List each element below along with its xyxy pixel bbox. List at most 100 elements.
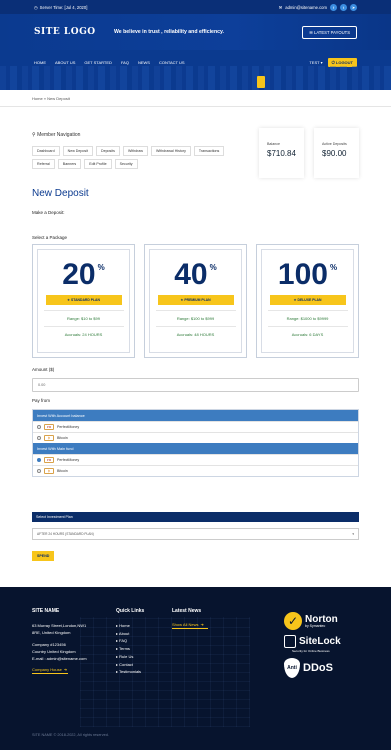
active-deposits-value: $90.00 bbox=[322, 149, 347, 158]
clock-icon: ◷ bbox=[34, 4, 38, 10]
link-underline bbox=[32, 673, 68, 674]
site-logo[interactable]: SITE LOGO bbox=[34, 27, 114, 37]
pay-option-main-bitcoin[interactable]: ₿ Bitcoin bbox=[33, 465, 358, 476]
member-link-dashboard[interactable]: Dashboard bbox=[32, 146, 60, 156]
nav-get-started[interactable]: GET STARTED bbox=[84, 60, 112, 65]
arrow-right-icon: ➜ bbox=[200, 622, 204, 627]
package-percent-value: 20 bbox=[62, 258, 96, 291]
member-nav-title-text: Member Navigation bbox=[37, 132, 81, 138]
package-percent-value: 40 bbox=[174, 258, 208, 291]
footer-link-testimonials[interactable]: Testimonials bbox=[116, 668, 144, 676]
nav-faq[interactable]: FAQ bbox=[121, 60, 129, 65]
member-link-edit-profile[interactable]: Edit Profile bbox=[84, 159, 112, 169]
latest-payouts-button[interactable]: ☰ LATEST PAYOUTS bbox=[302, 25, 357, 39]
footer-link-about[interactable]: About bbox=[116, 630, 144, 638]
member-link-security[interactable]: Security bbox=[114, 159, 138, 169]
member-link-banners[interactable]: Banners bbox=[57, 159, 82, 169]
breadcrumb-current: New Deposit bbox=[47, 95, 70, 101]
circuit-decor bbox=[80, 617, 250, 727]
sitelock-text: SiteLock bbox=[299, 636, 341, 647]
anti-ddos-badge: Anti DDoS bbox=[284, 658, 354, 678]
investment-plan-select[interactable]: AFTER 24 HOURS (STANDARD PLAN) ▾ bbox=[32, 528, 359, 540]
member-nav-title: ⚲ Member Navigation bbox=[32, 132, 249, 138]
package-name: ★ DELUXE PLAN bbox=[269, 295, 346, 305]
footer-link-faq[interactable]: FAQ bbox=[116, 637, 144, 645]
package-range: Range: $1000 to $9999 bbox=[267, 310, 348, 321]
package-percent: 20% bbox=[62, 260, 105, 290]
member-link-deposits[interactable]: Deposits bbox=[95, 146, 120, 156]
server-time: ◷ Server Time: [Jul 4, 2020] bbox=[34, 5, 87, 10]
active-deposits-card: Active Deposits $90.00 bbox=[314, 128, 359, 178]
method-label: Bitcoin bbox=[57, 469, 68, 473]
nav-about[interactable]: ABOUT US bbox=[55, 60, 75, 65]
footer-site-col: SITE NAME 63 Murray Street,London,NW1 8R… bbox=[32, 608, 87, 674]
package-name-text: STANDARD PLAN bbox=[71, 298, 100, 302]
nav-home[interactable]: HOME bbox=[34, 60, 46, 65]
telegram-icon[interactable]: ➤ bbox=[350, 3, 357, 11]
footer-country: Country United Kingdom bbox=[32, 649, 76, 654]
security-badges: ✓ Norton by Symantec SiteLock Security f… bbox=[284, 612, 354, 678]
show-all-news-label: Show All News bbox=[172, 622, 199, 627]
norton-badge: ✓ Norton by Symantec bbox=[284, 612, 354, 630]
radio-button[interactable] bbox=[37, 436, 41, 440]
facebook-icon[interactable]: f bbox=[330, 3, 337, 11]
balance-value: $710.84 bbox=[267, 149, 296, 158]
method-label: Bitcoin bbox=[57, 436, 68, 440]
investment-plan-block: Select Investment Plan AFTER 24 HOURS (S… bbox=[32, 512, 359, 561]
quick-links-title: Quick Links bbox=[116, 608, 145, 614]
breadcrumb-home[interactable]: Home bbox=[32, 96, 43, 101]
investment-plan-selected: AFTER 24 HOURS (STANDARD PLAN) bbox=[37, 532, 94, 536]
amount-input[interactable]: 0.00 bbox=[32, 378, 359, 392]
breadcrumb: Home » New Deposit bbox=[0, 90, 391, 107]
package-percent: 100% bbox=[278, 260, 337, 290]
footer-link-home[interactable]: Home bbox=[116, 622, 144, 630]
perfectmoney-icon: PM bbox=[44, 457, 54, 463]
footer-link-terms[interactable]: Terms bbox=[116, 645, 144, 653]
package-name: ★ PREMIUM PLAN bbox=[157, 295, 234, 305]
footer-link-rule-us[interactable]: Rule Us bbox=[116, 653, 144, 661]
packages: 20% ★ STANDARD PLAN Range: $10 to $99 Ac… bbox=[32, 244, 359, 358]
package-card-premium[interactable]: 40% ★ PREMIUM PLAN Range: $100 to $999 A… bbox=[144, 244, 247, 358]
chevron-down-icon: ▾ bbox=[352, 532, 354, 536]
mail-icon: ✉ bbox=[278, 4, 283, 10]
main-nav: HOME ABOUT US GET STARTED FAQ NEWS CONTA… bbox=[0, 50, 391, 74]
breadcrumb-sep: » bbox=[43, 95, 47, 101]
package-range: Range: $100 to $999 bbox=[155, 310, 236, 321]
method-label: PerfectMoney bbox=[57, 425, 80, 429]
pay-option-main-perfectmoney[interactable]: PM PerfectMoney bbox=[33, 454, 358, 465]
bitcoin-icon: ₿ bbox=[44, 435, 54, 441]
twitter-icon[interactable]: t bbox=[340, 3, 347, 11]
member-link-withdrawal-history[interactable]: Withdrawal History bbox=[150, 146, 191, 156]
package-accrual: Accruals: 48 HOURS bbox=[155, 326, 236, 337]
footer-email: E-mail : admin@sitename.com bbox=[32, 656, 87, 661]
radio-button[interactable] bbox=[37, 425, 41, 429]
member-link-withdraw[interactable]: Withdraw bbox=[122, 146, 148, 156]
pay-option-balance-bitcoin[interactable]: ₿ Bitcoin bbox=[33, 432, 358, 443]
top-email[interactable]: admin@sitename.com bbox=[285, 5, 327, 10]
company-house-link[interactable]: Company House ➜ bbox=[32, 667, 87, 672]
bitcoin-icon: ₿ bbox=[44, 468, 54, 474]
user-menu[interactable]: TEST ▾ bbox=[309, 60, 322, 65]
member-link-transactions[interactable]: Transactions bbox=[193, 146, 225, 156]
radio-button[interactable] bbox=[37, 469, 41, 473]
logout-button[interactable]: ⏻ LOGOUT bbox=[327, 57, 357, 67]
package-accrual: Accruals: 6 DAYS bbox=[267, 326, 348, 337]
footer-link-contact[interactable]: Contact bbox=[116, 661, 144, 669]
footer-quick-links: Quick Links Home About FAQ Terms Rule Us… bbox=[116, 608, 144, 676]
pay-option-balance-perfectmoney[interactable]: PM PerfectMoney bbox=[33, 421, 358, 432]
package-card-standard[interactable]: 20% ★ STANDARD PLAN Range: $10 to $99 Ac… bbox=[32, 244, 135, 358]
member-link-new-deposit[interactable]: New Deposit bbox=[62, 146, 93, 156]
show-all-news-link[interactable]: Show All News ➜ bbox=[172, 622, 208, 627]
nav-news[interactable]: NEWS bbox=[138, 60, 150, 65]
member-link-referral[interactable]: Referral bbox=[32, 159, 55, 169]
spend-button[interactable]: SPEND bbox=[32, 551, 55, 561]
nav-contact[interactable]: CONTACT US bbox=[159, 60, 185, 65]
lock-icon bbox=[284, 635, 296, 648]
checkmark-icon: ✓ bbox=[284, 612, 302, 630]
investment-plan-header: Select Investment Plan bbox=[32, 512, 359, 522]
radio-button-selected[interactable] bbox=[37, 458, 41, 462]
sitelock-subtitle: Security for Online Business bbox=[292, 649, 330, 653]
package-card-deluxe[interactable]: 100% ★ DELUXE PLAN Range: $1000 to $9999… bbox=[256, 244, 359, 358]
top-bar: ◷ Server Time: [Jul 4, 2020] ✉ admin@sit… bbox=[0, 0, 391, 14]
page-title: New Deposit bbox=[32, 188, 89, 199]
